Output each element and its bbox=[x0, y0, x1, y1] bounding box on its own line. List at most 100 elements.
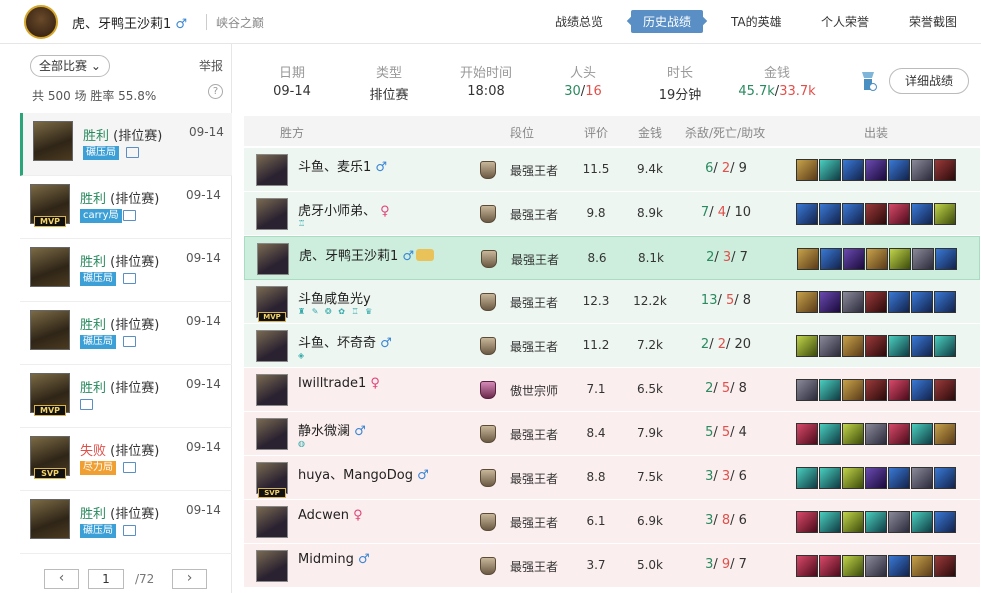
next-page-button[interactable]: › bbox=[172, 569, 207, 589]
image-icon[interactable] bbox=[80, 399, 93, 410]
scoreboard-row[interactable]: Adcwen ♀ 最强王者 6.1 6.9k 3/ 8/ 6 bbox=[244, 500, 980, 544]
scoreboard-row[interactable]: 虎、牙鸭王沙莉1 ♂ 最强王者 8.6 8.1k 2/ 3/ 7 bbox=[244, 236, 980, 280]
item-icon[interactable] bbox=[911, 467, 933, 489]
hero-portrait[interactable] bbox=[256, 506, 288, 538]
match-filter-dropdown[interactable]: 全部比赛 ⌄ bbox=[30, 55, 110, 77]
hero-portrait[interactable] bbox=[256, 330, 288, 362]
match-list-item[interactable]: 胜利 (排位赛) 09-14 碾压局 bbox=[20, 113, 232, 176]
scoreboard-row[interactable]: 静水微澜 ♂ ◍ 最强王者 8.4 7.9k 5/ 5/ 4 bbox=[244, 412, 980, 456]
item-icon[interactable] bbox=[796, 291, 818, 313]
item-icon[interactable] bbox=[819, 335, 841, 357]
item-icon[interactable] bbox=[912, 248, 934, 270]
item-icon[interactable] bbox=[865, 379, 887, 401]
item-icon[interactable] bbox=[796, 159, 818, 181]
detail-stats-button[interactable]: 详细战绩 bbox=[889, 68, 969, 94]
tab-heroes[interactable]: TA的英雄 bbox=[731, 13, 782, 30]
item-icon[interactable] bbox=[796, 335, 818, 357]
item-icon[interactable] bbox=[842, 291, 864, 313]
item-icon[interactable] bbox=[911, 555, 933, 577]
scoreboard-row[interactable]: MVP 斗鱼咸鱼光y ♜ ✎ ❂ ✿ ♖ ♛ 最强王者 12.3 12.2k 13/ 5/… bbox=[244, 280, 980, 324]
item-icon[interactable] bbox=[819, 423, 841, 445]
scoreboard-row[interactable]: SVP huya、MangoDog ♂ 最强王者 8.8 7.5k 3/ 3/ 6 bbox=[244, 456, 980, 500]
item-icon[interactable] bbox=[934, 555, 956, 577]
item-icon[interactable] bbox=[865, 203, 887, 225]
item-icon[interactable] bbox=[820, 248, 842, 270]
item-icon[interactable] bbox=[934, 511, 956, 533]
item-icon[interactable] bbox=[865, 423, 887, 445]
item-icon[interactable] bbox=[819, 511, 841, 533]
item-icon[interactable] bbox=[934, 203, 956, 225]
tab-honors[interactable]: 个人荣誉 bbox=[821, 13, 869, 30]
help-icon[interactable]: ? bbox=[208, 84, 223, 99]
page-input[interactable]: 1 bbox=[88, 569, 124, 589]
item-icon[interactable] bbox=[819, 159, 841, 181]
report-link[interactable]: 举报 bbox=[199, 57, 223, 74]
team-icon[interactable] bbox=[858, 70, 878, 92]
item-icon[interactable] bbox=[911, 159, 933, 181]
item-icon[interactable] bbox=[888, 203, 910, 225]
match-list-item[interactable]: 胜利 (排位赛) 09-14 碾压局 bbox=[20, 239, 232, 302]
player-name[interactable]: 虎、牙鸭王沙莉1 ♂ bbox=[299, 245, 435, 264]
tab-history[interactable]: 历史战绩 bbox=[631, 10, 704, 33]
hero-portrait[interactable] bbox=[256, 418, 288, 450]
hero-portrait[interactable] bbox=[257, 243, 289, 275]
item-icon[interactable] bbox=[797, 248, 819, 270]
player-name[interactable]: Midming ♂ bbox=[298, 552, 370, 567]
item-icon[interactable] bbox=[842, 379, 864, 401]
item-icon[interactable] bbox=[934, 423, 956, 445]
item-icon[interactable] bbox=[911, 423, 933, 445]
item-icon[interactable] bbox=[889, 248, 911, 270]
item-icon[interactable] bbox=[819, 555, 841, 577]
item-icon[interactable] bbox=[796, 555, 818, 577]
item-icon[interactable] bbox=[865, 467, 887, 489]
item-icon[interactable] bbox=[865, 335, 887, 357]
item-icon[interactable] bbox=[888, 467, 910, 489]
prev-page-button[interactable]: ‹ bbox=[44, 569, 79, 589]
match-list-item[interactable]: MVP 胜利 (排位赛) 09-14 carry局 bbox=[20, 176, 232, 239]
image-icon[interactable] bbox=[123, 525, 136, 536]
item-icon[interactable] bbox=[888, 555, 910, 577]
item-icon[interactable] bbox=[911, 379, 933, 401]
item-icon[interactable] bbox=[796, 467, 818, 489]
scoreboard-row[interactable]: 斗鱼、麦乐1 ♂ 最强王者 11.5 9.4k 6/ 2/ 9 bbox=[244, 148, 980, 192]
item-icon[interactable] bbox=[911, 203, 933, 225]
player-name[interactable]: 静水微澜 ♂ bbox=[298, 420, 366, 439]
item-icon[interactable] bbox=[819, 203, 841, 225]
image-icon[interactable] bbox=[126, 147, 139, 158]
scoreboard-row[interactable]: 虎牙小师弟、 ♀ ♖ 最强王者 9.8 8.9k 7/ 4/ 10 bbox=[244, 192, 980, 236]
item-icon[interactable] bbox=[934, 159, 956, 181]
item-icon[interactable] bbox=[888, 379, 910, 401]
player-name[interactable]: Adcwen ♀ bbox=[298, 508, 363, 523]
item-icon[interactable] bbox=[842, 335, 864, 357]
item-icon[interactable] bbox=[819, 379, 841, 401]
hero-portrait[interactable] bbox=[256, 154, 288, 186]
item-icon[interactable] bbox=[934, 467, 956, 489]
match-list-item[interactable]: 胜利 (排位赛) 09-14 碾压局 bbox=[20, 491, 232, 554]
item-icon[interactable] bbox=[842, 203, 864, 225]
scoreboard-row[interactable]: Midming ♂ 最强王者 3.7 5.0k 3/ 9/ 7 bbox=[244, 544, 980, 588]
item-icon[interactable] bbox=[934, 335, 956, 357]
item-icon[interactable] bbox=[888, 291, 910, 313]
item-icon[interactable] bbox=[934, 379, 956, 401]
item-icon[interactable] bbox=[842, 555, 864, 577]
item-icon[interactable] bbox=[888, 335, 910, 357]
tab-screenshots[interactable]: 荣誉截图 bbox=[909, 13, 957, 30]
tab-overview[interactable]: 战绩总览 bbox=[555, 13, 603, 30]
item-icon[interactable] bbox=[843, 248, 865, 270]
item-icon[interactable] bbox=[865, 555, 887, 577]
item-icon[interactable] bbox=[796, 203, 818, 225]
item-icon[interactable] bbox=[911, 335, 933, 357]
item-icon[interactable] bbox=[888, 423, 910, 445]
player-name[interactable]: huya、MangoDog ♂ bbox=[298, 464, 429, 483]
item-icon[interactable] bbox=[842, 467, 864, 489]
image-icon[interactable] bbox=[123, 273, 136, 284]
item-icon[interactable] bbox=[796, 511, 818, 533]
player-name[interactable]: 虎牙小师弟、 ♀ bbox=[298, 200, 390, 219]
player-name[interactable]: 斗鱼咸鱼光y bbox=[298, 288, 371, 307]
item-icon[interactable] bbox=[842, 159, 864, 181]
item-icon[interactable] bbox=[819, 467, 841, 489]
image-icon[interactable] bbox=[123, 336, 136, 347]
hero-portrait[interactable] bbox=[256, 198, 288, 230]
player-name[interactable]: 斗鱼、坏奇奇 ♂ bbox=[298, 332, 392, 351]
hero-portrait[interactable] bbox=[256, 550, 288, 582]
